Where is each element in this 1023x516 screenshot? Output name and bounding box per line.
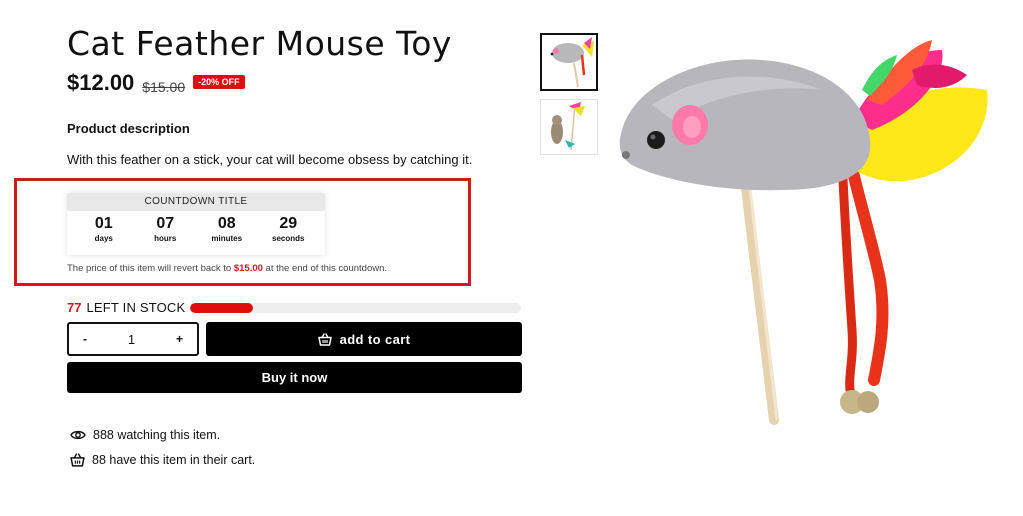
add-to-cart-label: add to cart — [339, 331, 411, 347]
countdown-hours-value: 07 — [156, 215, 175, 232]
description-heading: Product description — [67, 121, 190, 136]
stock-count: 77 — [67, 300, 82, 315]
countdown-seconds-label: seconds — [272, 234, 305, 243]
countdown-title: COUNTDOWN TITLE — [67, 193, 325, 211]
countdown-seconds: 29 seconds — [260, 215, 316, 243]
stock-progress-fill — [190, 303, 253, 313]
watching-text: 888 watching this item. — [93, 428, 221, 442]
product-thumbnail-1[interactable] — [540, 33, 598, 91]
in-cart-indicator: 88 have this item in their cart. — [70, 453, 255, 467]
basket-icon — [70, 453, 85, 467]
stock-progress-bar — [190, 303, 521, 313]
product-title: Cat Feather Mouse Toy — [67, 24, 452, 63]
countdown-days-value: 01 — [94, 215, 113, 232]
mouse-toy-thumbnail-image — [550, 37, 594, 88]
watching-indicator: 888 watching this item. — [70, 428, 220, 442]
quantity-input[interactable]: 1 — [128, 332, 135, 347]
countdown-days-label: days — [94, 234, 113, 243]
countdown-note: The price of this item will revert back … — [67, 263, 387, 274]
buy-now-button[interactable]: Buy it now — [67, 362, 522, 393]
countdown-note-price: $15.00 — [233, 263, 263, 274]
countdown-minutes-value: 08 — [217, 215, 236, 232]
in-cart-text: 88 have this item in their cart. — [92, 453, 256, 467]
countdown-units: 01 days 07 hours 08 minutes 29 seconds — [67, 211, 325, 243]
current-price: $12.00 — [67, 70, 135, 95]
product-thumbnail-2[interactable] — [540, 99, 598, 155]
countdown-note-suffix: at the end of this countdown. — [262, 263, 388, 274]
countdown-minutes-label: minutes — [211, 234, 243, 243]
basket-icon — [317, 332, 332, 346]
countdown-minutes: 08 minutes — [199, 215, 255, 243]
eye-icon — [70, 430, 86, 440]
countdown-hours: 07 hours — [137, 215, 193, 243]
add-to-cart-button[interactable]: add to cart — [206, 322, 522, 356]
cat-playing-thumbnail-image — [551, 102, 585, 151]
countdown-seconds-value: 29 — [279, 215, 298, 232]
quantity-stepper[interactable]: - 1 + — [67, 322, 199, 356]
product-main-image — [612, 30, 1007, 425]
countdown-hours-label: hours — [154, 234, 177, 243]
stock-label: LEFT IN STOCK — [86, 300, 186, 315]
discount-badge: -20% OFF — [193, 75, 245, 89]
description-text: With this feather on a stick, your cat w… — [67, 152, 473, 167]
quantity-decrease-button[interactable]: - — [83, 332, 87, 346]
countdown-days: 01 days — [76, 215, 132, 243]
stock-indicator: 77 LEFT IN STOCK — [67, 300, 185, 315]
original-price: $15.00 — [142, 79, 186, 95]
quantity-increase-button[interactable]: + — [176, 332, 183, 346]
countdown-timer: COUNTDOWN TITLE 01 days 07 hours 08 minu… — [67, 193, 325, 255]
cat-feather-mouse-image — [619, 40, 988, 425]
countdown-note-prefix: The price of this item will revert back … — [67, 263, 234, 274]
price-row: $12.00 $15.00 -20% OFF — [67, 70, 245, 96]
